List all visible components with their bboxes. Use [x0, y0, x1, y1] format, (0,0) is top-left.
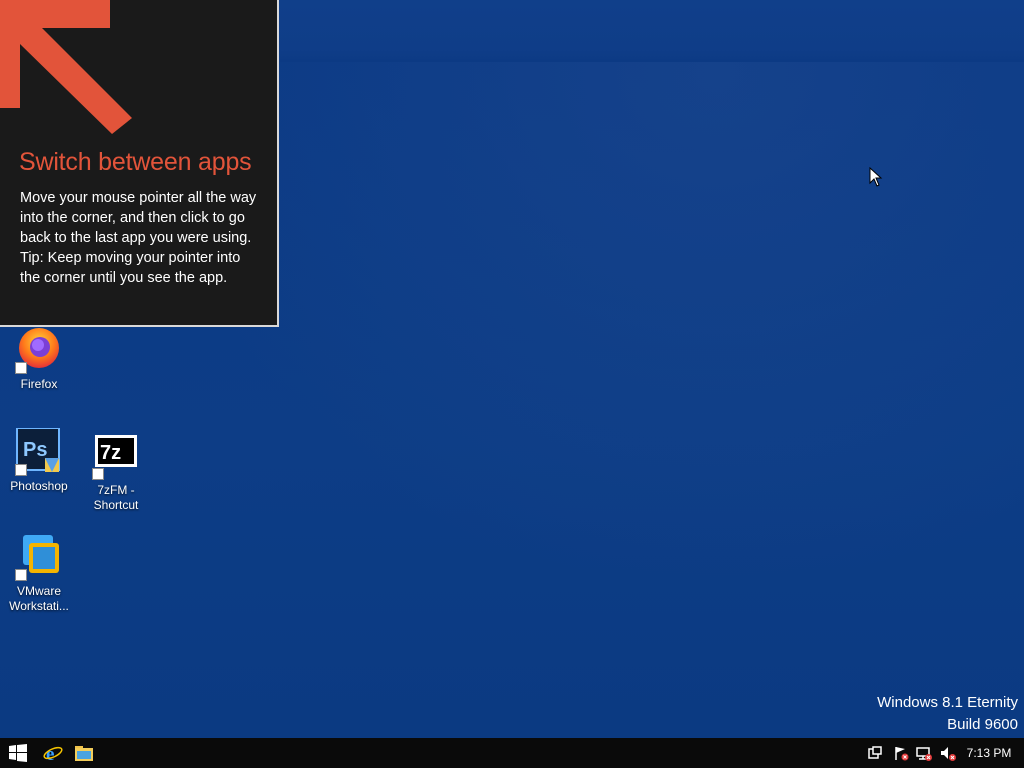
shortcut-arrow-icon: [15, 569, 27, 581]
network-error-icon[interactable]: [916, 745, 932, 761]
shortcut-arrow-icon: [15, 464, 27, 476]
flag-error-icon[interactable]: [893, 745, 909, 761]
firefox-icon: [15, 326, 63, 374]
svg-text:Ps: Ps: [23, 439, 47, 461]
vmware-icon: [15, 533, 63, 581]
tip-body: Move your mouse pointer all the way into…: [20, 188, 260, 288]
taskbar: e 7:13 PM: [0, 738, 1024, 768]
desktop-icon-label: Firefox: [20, 377, 58, 391]
desktop[interactable]: Switch between apps Move your mouse poin…: [0, 0, 1024, 738]
desktop-icon-label: VMware Workstati...: [9, 584, 69, 613]
svg-text:e: e: [46, 744, 54, 763]
desktop-icon-7zfm[interactable]: 7z 7zFM - Shortcut: [78, 432, 154, 513]
taskbar-file-explorer[interactable]: [68, 738, 100, 768]
desktop-icon-label: 7zFM - Shortcut: [93, 483, 139, 512]
volume-muted-icon[interactable]: [940, 745, 956, 761]
svg-text:7z: 7z: [100, 442, 121, 464]
desktop-icon-firefox[interactable]: Firefox: [1, 326, 77, 392]
desktop-icon-photoshop[interactable]: Ps Photoshop: [1, 427, 77, 494]
shortcut-arrow-icon: [15, 362, 27, 374]
7zip-icon: 7z: [92, 432, 140, 480]
windows-build-watermark: Windows 8.1 Eternity Build 9600: [877, 692, 1018, 736]
desktop-icon-vmware[interactable]: VMware Workstati...: [1, 533, 77, 614]
edition-text: Windows 8.1 Eternity: [877, 694, 1018, 711]
build-text: Build 9600: [947, 716, 1018, 733]
action-center-icon[interactable]: [867, 745, 883, 761]
windows-start-icon: [9, 744, 27, 762]
photoshop-icon: Ps: [15, 427, 63, 476]
shortcut-arrow-icon: [92, 468, 104, 480]
file-explorer-icon: [75, 746, 93, 761]
wallpaper-sky-band: [280, 0, 1024, 62]
tip-text: Move your mouse pointer all the way into…: [20, 190, 257, 246]
corner-arrow-icon: [0, 0, 132, 134]
tip-hint-text: Tip: Keep moving your pointer into the c…: [20, 250, 241, 286]
taskbar-clock[interactable]: 7:13 PM: [961, 738, 1017, 768]
tip-title: Switch between apps: [19, 148, 252, 176]
desktop-icon-label: Photoshop: [10, 479, 68, 493]
switch-apps-tip-panel: Switch between apps Move your mouse poin…: [0, 0, 279, 327]
taskbar-internet-explorer[interactable]: e: [37, 738, 69, 768]
start-button[interactable]: [2, 738, 34, 768]
internet-explorer-icon: e: [43, 744, 63, 763]
mouse-pointer-icon: [869, 167, 883, 187]
